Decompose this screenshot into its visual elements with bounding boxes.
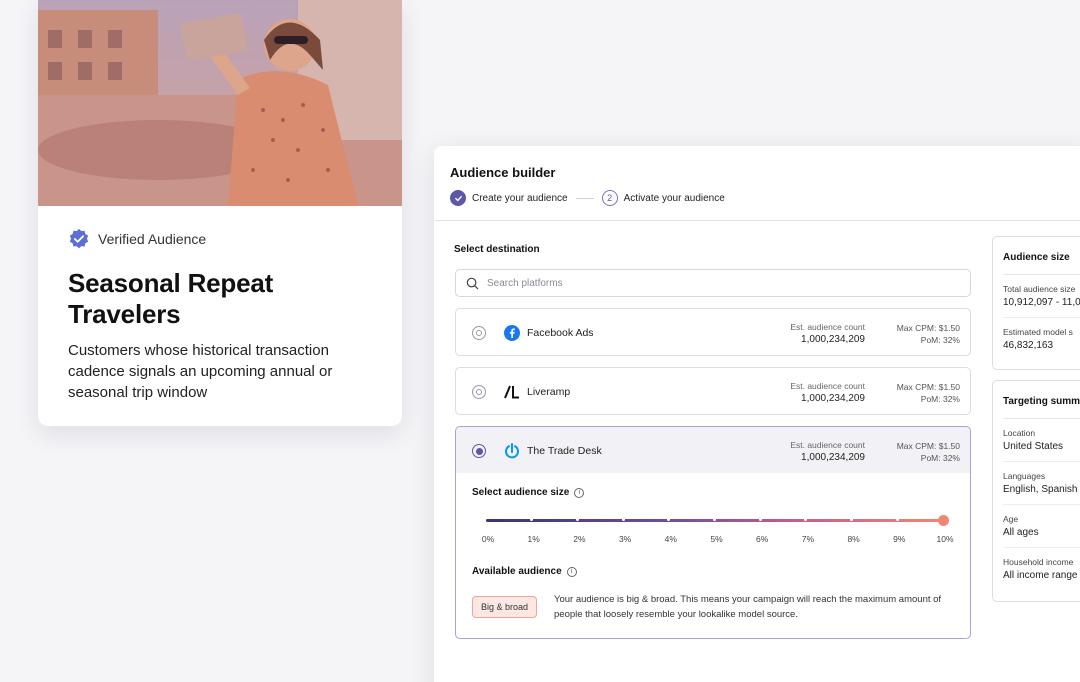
verified-label: Verified Audience <box>98 231 207 247</box>
stepper: Create your audience 2 Activate your aud… <box>450 190 1078 206</box>
destination-facebook-ads[interactable]: Facebook Ads Est. audience count 1,000,2… <box>455 308 971 356</box>
audience-type-description: Your audience is big & broad. This means… <box>554 594 942 620</box>
step-complete-icon <box>450 190 466 206</box>
est-count-label: Est. audience count <box>790 381 865 391</box>
facebook-icon <box>503 324 520 341</box>
audience-size-title: Audience size <box>1003 237 1080 275</box>
slider-tick-label: 6% <box>756 534 769 544</box>
available-audience-text: Available audience <box>472 566 562 577</box>
slider-tick <box>758 518 762 521</box>
slider-tick-label: 10% <box>936 534 954 544</box>
step-label: Activate your audience <box>623 192 725 204</box>
languages-value: English, Spanish <box>1003 484 1078 495</box>
slider-handle[interactable] <box>937 515 949 526</box>
est-count-label: Est. audience count <box>790 322 865 332</box>
radio-button[interactable] <box>472 385 486 399</box>
verified-badge: Verified Audience <box>68 228 372 250</box>
slider-tick <box>621 518 625 521</box>
slider-tick-label: 2% <box>573 534 586 544</box>
audience-size-card: Audience size Total audience size 10,912… <box>992 236 1080 370</box>
slider-tick-label: 3% <box>618 534 632 544</box>
verified-check-icon <box>69 228 89 249</box>
destination-name: Facebook Ads <box>527 327 594 339</box>
slider-tick-label: 8% <box>847 534 860 544</box>
slider-tick-label: 7% <box>801 534 815 544</box>
radio-button[interactable] <box>472 326 486 340</box>
slider-tick-label: 5% <box>710 534 723 544</box>
audience-size-config: Select audience size i 0% 1% 2% 3% 4% 5% 6% 7% 8… <box>455 473 971 639</box>
panel-title: Audience builder <box>450 165 556 180</box>
household-income-label: Household income <box>1003 557 1074 567</box>
targeting-summary-title: Targeting summ <box>1003 381 1080 419</box>
slider-tick-labels: 0% 1% 2% 3% 4% 5% 6% 7% 8% 9% 10% <box>472 534 956 546</box>
slider-tick-label: 0% <box>481 534 495 544</box>
location-label: Location <box>1003 428 1036 438</box>
household-income-value: All income range <box>1003 570 1078 581</box>
slider-tick <box>713 518 716 521</box>
audience-card[interactable]: Verified Audience Seasonal Repeat Travel… <box>38 0 402 426</box>
location-value: United States <box>1003 441 1064 452</box>
info-icon[interactable]: i <box>574 487 585 498</box>
destination-trade-desk[interactable]: The Trade Desk Est. audience count 1,000… <box>455 426 971 474</box>
estimated-model-label: Estimated model s <box>1003 327 1073 337</box>
card-description: Customers whose historical transaction c… <box>68 342 333 401</box>
slider-tick <box>895 518 899 521</box>
estimated-model-value: 46,832,163 <box>1003 340 1054 351</box>
step-number: 2 <box>601 190 618 206</box>
est-count-value: 1,000,234,209 <box>801 452 865 463</box>
age-value: All ages <box>1003 527 1039 538</box>
audience-size-label: Select audience size i <box>472 487 585 498</box>
search-input[interactable]: Search platforms <box>455 269 971 297</box>
max-cpm: Max CPM: $1.50 <box>896 323 960 333</box>
step-divider <box>575 197 594 199</box>
est-count-value: 1,000,234,209 <box>801 393 865 404</box>
info-icon[interactable]: i <box>566 566 577 577</box>
radio-button-selected[interactable] <box>472 444 486 458</box>
search-placeholder: Search platforms <box>487 277 563 289</box>
targeting-summary-card: Targeting summ Location United States La… <box>992 380 1080 602</box>
slider-tick-label: 9% <box>893 534 906 544</box>
total-audience-label: Total audience size <box>1003 284 1076 294</box>
audience-size-text: Select audience size <box>472 487 570 498</box>
est-count-label: Est. audience count <box>790 440 865 450</box>
audience-type-badge: Big & broad <box>472 596 538 618</box>
destination-name: Liveramp <box>527 386 571 398</box>
traveler-photo <box>38 0 402 206</box>
pom: PoM: 32% <box>920 453 960 463</box>
liveramp-icon <box>503 383 520 400</box>
pom: PoM: 32% <box>920 394 960 404</box>
est-count-value: 1,000,234,209 <box>801 334 865 345</box>
step-activate[interactable]: 2 Activate your audience <box>601 190 725 206</box>
age-label: Age <box>1003 514 1019 524</box>
step-create[interactable]: Create your audience <box>450 190 568 206</box>
destination-liveramp[interactable]: Liveramp Est. audience count 1,000,234,2… <box>455 367 971 415</box>
languages-label: Languages <box>1003 471 1046 481</box>
step-label: Create your audience <box>472 192 568 204</box>
max-cpm: Max CPM: $1.50 <box>896 382 960 392</box>
total-audience-value: 10,912,097 - 11,02 <box>1003 297 1080 308</box>
pom: PoM: 32% <box>920 335 960 345</box>
audience-builder-panel: Audience builder Create your audience 2 … <box>434 146 1080 682</box>
slider-tick <box>575 518 579 521</box>
destination-name: The Trade Desk <box>527 445 602 457</box>
search-icon <box>466 277 479 289</box>
card-title: Seasonal Repeat Travelers <box>68 268 274 329</box>
available-audience-label: Available audience i <box>472 566 577 577</box>
slider-tick-label: 4% <box>664 534 677 544</box>
max-cpm: Max CPM: $1.50 <box>896 441 960 451</box>
trade-desk-icon <box>503 442 520 459</box>
slider-tick-label: 1% <box>527 534 540 544</box>
destination-label: Select destination <box>454 244 540 255</box>
